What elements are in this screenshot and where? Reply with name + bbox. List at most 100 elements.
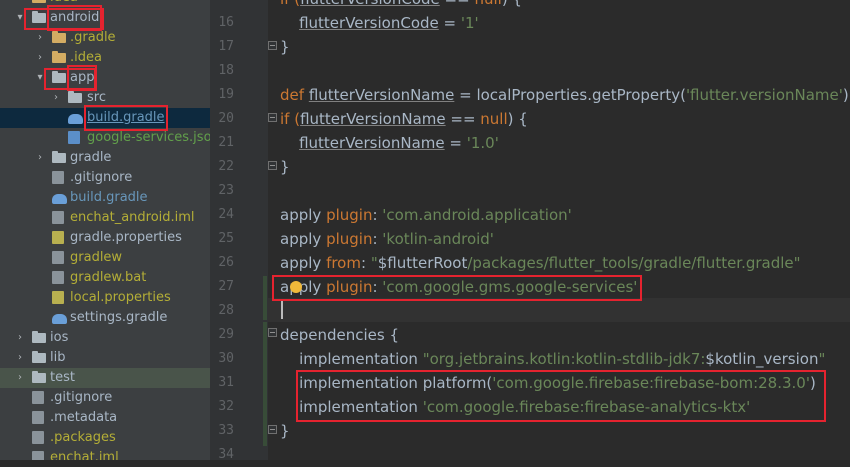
tree-item-label: local.properties — [70, 290, 171, 305]
code-token: = — [438, 14, 461, 32]
tree-item[interactable]: › gradle — [0, 148, 210, 168]
code-token: apply — [280, 206, 327, 224]
code-line[interactable]: } — [280, 419, 290, 443]
code-token: flutterVersionCode — [300, 0, 440, 8]
vcs-change-marker[interactable] — [263, 322, 267, 446]
file-icon — [32, 411, 44, 424]
tree-item-label: ios — [50, 330, 69, 345]
gitignore-file-icon — [52, 171, 64, 184]
line-number: 28 — [218, 303, 234, 318]
chevron-right-icon[interactable]: › — [14, 368, 26, 388]
code-token: 'com.android.application' — [382, 206, 572, 224]
gradle-elephant-icon — [68, 114, 83, 124]
code-line[interactable]: flutterVersionCode = '1' — [280, 11, 479, 35]
line-number: 22 — [218, 159, 234, 174]
code-token: /packages/flutter_tools/gradle/flutter.g… — [467, 254, 801, 272]
tree-item[interactable]: enchat.iml — [0, 448, 210, 460]
tree-item[interactable]: › ios — [0, 328, 210, 348]
code-token: ) — [842, 86, 849, 104]
tree-item-label: build.gradle — [84, 105, 168, 131]
code-line[interactable]: } — [280, 155, 290, 179]
chevron-right-icon[interactable]: › — [34, 48, 46, 68]
gitignore-file-icon — [32, 391, 44, 404]
folder-icon — [32, 371, 46, 383]
tree-item[interactable]: › src — [0, 88, 210, 108]
code-token: } — [280, 38, 290, 56]
tree-item[interactable]: .packages — [0, 428, 210, 448]
line-number: 23 — [218, 183, 234, 198]
tree-item[interactable]: .gitignore — [0, 168, 210, 188]
line-number: 17 — [218, 39, 234, 54]
chevron-right-icon[interactable]: › — [34, 28, 46, 48]
code-line[interactable]: flutterVersionName = '1.0' — [280, 131, 499, 155]
file-icon — [32, 431, 44, 444]
tree-item[interactable]: › .gradle — [0, 28, 210, 48]
folder-icon — [52, 151, 66, 163]
code-line[interactable]: implementation "org.jetbrains.kotlin:kot… — [280, 347, 825, 371]
line-number: 16 — [218, 15, 234, 30]
current-line-highlight — [268, 298, 850, 322]
script-file-icon — [52, 251, 64, 264]
tree-item[interactable]: build.gradle — [0, 188, 210, 208]
folder-icon — [52, 31, 66, 43]
tree-item[interactable]: gradle.properties — [0, 228, 210, 248]
tree-item[interactable]: .gitignore — [0, 388, 210, 408]
tree-item-label: .idea — [70, 50, 102, 65]
tree-item-label: src — [87, 90, 106, 105]
chevron-right-icon[interactable]: › — [14, 348, 26, 368]
tree-item[interactable]: ▾ app — [0, 65, 210, 91]
tree-item[interactable]: local.properties — [0, 288, 210, 308]
tree-item[interactable]: gradlew — [0, 248, 210, 268]
fold-marker-icon[interactable] — [268, 328, 277, 337]
code-line[interactable]: apply plugin: 'com.android.application' — [280, 203, 572, 227]
tree-item-label: gradle — [70, 150, 112, 165]
fold-marker-icon[interactable] — [268, 425, 277, 434]
line-number: 24 — [218, 207, 234, 222]
code-line[interactable]: apply from: "$flutterRoot/packages/flutt… — [280, 251, 801, 275]
tree-item[interactable]: .metadata — [0, 408, 210, 428]
line-number: 20 — [218, 111, 234, 126]
tree-item[interactable]: google-services.json — [0, 128, 210, 148]
line-number: 27 — [218, 279, 234, 294]
annotation-box — [272, 275, 642, 301]
code-line[interactable]: dependencies { — [280, 323, 399, 347]
code-line[interactable]: if (flutterVersionCode == null) { — [280, 0, 522, 11]
tree-item[interactable]: › .idea — [0, 48, 210, 68]
tree-item[interactable]: › lib — [0, 348, 210, 368]
code-token: == — [440, 0, 475, 8]
chevron-right-icon[interactable]: › — [34, 148, 46, 168]
chevron-right-icon[interactable]: › — [14, 328, 26, 348]
tree-item[interactable]: build.gradle — [0, 105, 210, 131]
code-token: = — [444, 134, 467, 152]
tree-item-label: settings.gradle — [70, 310, 168, 325]
tree-item[interactable]: gradlew.bat — [0, 268, 210, 288]
code-token: 'flutter.versionName' — [685, 86, 843, 104]
fold-marker-icon[interactable] — [268, 41, 277, 50]
tree-item[interactable]: settings.gradle — [0, 308, 210, 328]
code-token: $kotlin_version — [705, 350, 819, 368]
chevron-right-icon[interactable]: › — [50, 88, 62, 108]
line-number: 29 — [218, 327, 234, 342]
tree-item-label: test — [50, 370, 75, 385]
text-caret — [281, 301, 283, 319]
code-token: implementation — [280, 350, 423, 368]
fold-marker-icon[interactable] — [268, 113, 277, 122]
tree-item-label: gradlew — [70, 250, 123, 265]
code-token: } — [280, 158, 290, 176]
annotation-box — [44, 68, 96, 90]
fold-marker-icon[interactable] — [268, 161, 277, 170]
code-line[interactable]: def flutterVersionName = localProperties… — [280, 83, 849, 107]
tree-item[interactable]: idea — [0, 0, 210, 8]
tree-item[interactable]: › test — [0, 368, 210, 388]
code-token: ) { — [502, 0, 522, 8]
code-token: : — [360, 254, 371, 272]
tree-item[interactable]: enchat_android.iml — [0, 208, 210, 228]
tree-item-label: enchat.iml — [50, 450, 119, 460]
vcs-change-marker[interactable] — [263, 276, 267, 320]
gradle-elephant-icon — [52, 314, 67, 324]
code-line[interactable]: } — [280, 35, 290, 59]
tree-item-label: .metadata — [50, 410, 118, 425]
code-line[interactable]: apply plugin: 'kotlin-android' — [280, 227, 494, 251]
code-line[interactable]: if (flutterVersionName == null) { — [280, 107, 528, 131]
